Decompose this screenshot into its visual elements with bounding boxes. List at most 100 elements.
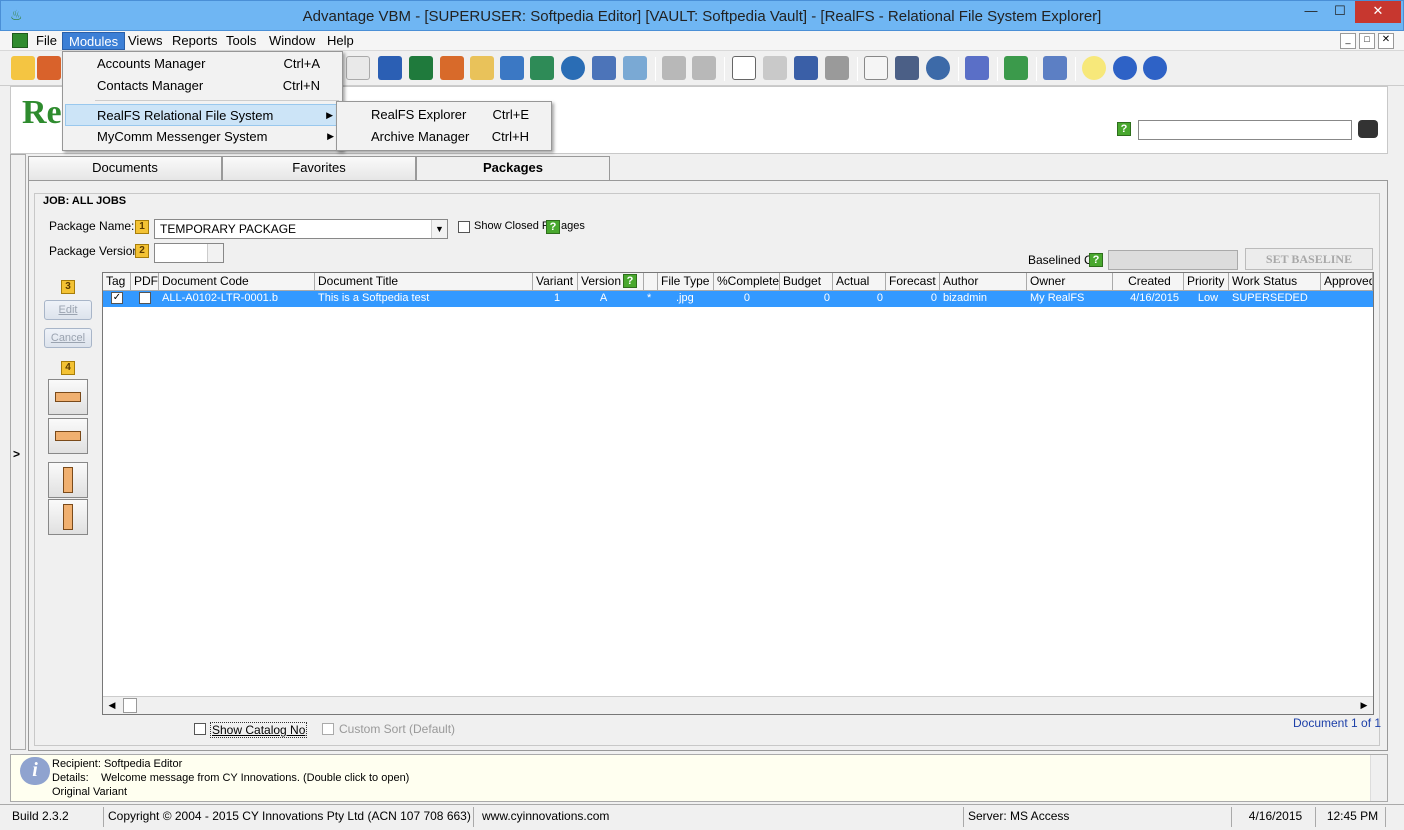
close-button[interactable]: ✕: [1355, 1, 1401, 23]
col-header-file-type[interactable]: File Type: [658, 273, 714, 291]
minimize-button[interactable]: —: [1297, 1, 1325, 23]
col-header-pdf[interactable]: PDF: [131, 273, 159, 291]
menu-reports[interactable]: Reports: [166, 32, 224, 50]
baselined-input[interactable]: [1108, 250, 1238, 270]
cell-document-title[interactable]: This is a Softpedia test: [315, 291, 533, 307]
menu-item-mycomm[interactable]: MyComm Messenger System ▶: [65, 126, 340, 148]
scroll-left-button[interactable]: ◀: [103, 697, 121, 714]
menu-item-archive-manager[interactable]: Archive Manager Ctrl+H: [339, 126, 549, 148]
menu-modules[interactable]: Modules: [62, 32, 126, 50]
col-header-budget[interactable]: Budget: [780, 273, 833, 291]
menu-file[interactable]: File: [30, 32, 63, 50]
cell-actual[interactable]: 0: [833, 291, 883, 307]
print-icon[interactable]: [825, 56, 849, 80]
globe-icon[interactable]: [561, 56, 585, 80]
col-header-variant[interactable]: Variant: [533, 273, 578, 291]
scroll-thumb[interactable]: [123, 698, 137, 713]
col-header-author[interactable]: Author: [940, 273, 1027, 291]
col-header-created[interactable]: Created: [1113, 273, 1184, 291]
col-header-flag[interactable]: [644, 273, 658, 291]
cell-forecast[interactable]: 0: [886, 291, 937, 307]
package-version-input[interactable]: [154, 243, 224, 263]
hand-right-icon[interactable]: [48, 379, 88, 415]
mdi-restore-button[interactable]: □: [1359, 33, 1375, 49]
hand-down-icon[interactable]: [48, 499, 88, 535]
cell-author[interactable]: bizadmin: [940, 291, 1027, 307]
menu-window[interactable]: Window: [263, 32, 321, 50]
scan-icon[interactable]: [592, 56, 616, 80]
hand-left-icon[interactable]: [48, 418, 88, 454]
cancel-button[interactable]: Cancel: [44, 328, 92, 348]
cell-complete[interactable]: 0: [714, 291, 750, 307]
cell-flag[interactable]: *: [644, 291, 658, 307]
binoculars-icon[interactable]: [1358, 120, 1378, 138]
clock-icon[interactable]: [926, 56, 950, 80]
tab-favorites[interactable]: Favorites: [222, 156, 416, 180]
mdi-icon[interactable]: [12, 33, 28, 48]
context-help-icon[interactable]: [1143, 56, 1167, 80]
new-note-icon[interactable]: [11, 56, 35, 80]
search-help-icon[interactable]: ?: [1117, 122, 1131, 136]
message-panel[interactable]: i Recipient: Softpedia Editor Details: W…: [10, 754, 1388, 802]
left-collapse-bar[interactable]: >: [10, 154, 26, 750]
baselined-help-icon[interactable]: ?: [1089, 253, 1103, 267]
version-spin-button[interactable]: [207, 244, 223, 262]
cell-priority[interactable]: Low: [1184, 291, 1229, 307]
mail-icon[interactable]: [732, 56, 756, 80]
cell-work-status[interactable]: SUPERSEDED: [1229, 291, 1321, 307]
hand-up-icon[interactable]: [48, 462, 88, 498]
show-closed-checkbox[interactable]: [458, 221, 470, 233]
set-baseline-button[interactable]: SET BASELINE: [1245, 248, 1373, 270]
search-input[interactable]: [1138, 120, 1352, 140]
menu-item-realfs[interactable]: RealFS Relational File System ▶: [65, 104, 340, 126]
cell-approved[interactable]: [1321, 291, 1373, 307]
menu-item-contacts-manager[interactable]: Contacts Manager Ctrl+N: [65, 75, 340, 97]
mdi-minimize-button[interactable]: _: [1340, 33, 1356, 49]
refresh-icon[interactable]: [1004, 56, 1028, 80]
save-icon[interactable]: [794, 56, 818, 80]
edit-button[interactable]: Edit: [44, 300, 92, 320]
dropdown-arrow-icon[interactable]: ▼: [431, 220, 447, 238]
col-header-work-status[interactable]: Work Status: [1229, 273, 1321, 291]
menu-item-realfs-explorer[interactable]: RealFS Explorer Ctrl+E: [339, 104, 549, 126]
approve-icon[interactable]: [623, 56, 647, 80]
tab-packages[interactable]: Packages: [416, 156, 610, 181]
col-header-owner[interactable]: Owner: [1027, 273, 1113, 291]
col-header-forecast[interactable]: Forecast: [886, 273, 940, 291]
menu-item-accounts-manager[interactable]: Accounts Manager Ctrl+A: [65, 53, 340, 75]
table-row[interactable]: ✓ ALL-A0102-LTR-0001.b This is a Softped…: [103, 291, 1373, 307]
open-icon[interactable]: [37, 56, 61, 80]
sign-icon[interactable]: [1043, 56, 1067, 80]
cell-variant[interactable]: 1: [533, 291, 578, 307]
show-catalog-checkbox[interactable]: [194, 723, 206, 735]
window-icon[interactable]: [895, 56, 919, 80]
show-closed-help-icon[interactable]: ?: [546, 220, 560, 234]
expand-toggle[interactable]: >: [13, 447, 20, 461]
message-scrollbar[interactable]: [1370, 755, 1387, 801]
word-icon[interactable]: [378, 56, 402, 80]
col-header-complete[interactable]: %Complete: [714, 273, 780, 291]
horizontal-scrollbar[interactable]: ◀ ▶: [103, 696, 1373, 714]
help-icon[interactable]: [1113, 56, 1137, 80]
package-name-select[interactable]: TEMPORARY PACKAGE ▼: [154, 219, 448, 239]
menu-tools[interactable]: Tools: [220, 32, 262, 50]
forward-icon[interactable]: [692, 56, 716, 80]
fax-icon[interactable]: [763, 56, 787, 80]
col-header-approved[interactable]: Approved: [1321, 273, 1373, 291]
cell-budget[interactable]: 0: [780, 291, 830, 307]
col-header-document-code[interactable]: Document Code: [159, 273, 315, 291]
cell-version[interactable]: A: [578, 291, 626, 307]
back-icon[interactable]: [662, 56, 686, 80]
cell-document-code[interactable]: ALL-A0102-LTR-0001.b: [159, 291, 315, 307]
cell-owner[interactable]: My RealFS: [1027, 291, 1113, 307]
tip-bulb-icon[interactable]: [1082, 56, 1106, 80]
mdi-close-button[interactable]: ✕: [1378, 33, 1394, 49]
version-help-icon[interactable]: ?: [623, 274, 637, 288]
documents-grid[interactable]: Tag PDF Document Code Document Title Var…: [102, 272, 1374, 715]
custom-sort-checkbox[interactable]: [322, 723, 334, 735]
tag-checkbox[interactable]: ✓: [111, 292, 123, 304]
import-icon[interactable]: [530, 56, 554, 80]
col-header-document-title[interactable]: Document Title: [315, 273, 533, 291]
col-header-priority[interactable]: Priority: [1184, 273, 1229, 291]
cell-file-type[interactable]: .jpg: [673, 291, 714, 307]
